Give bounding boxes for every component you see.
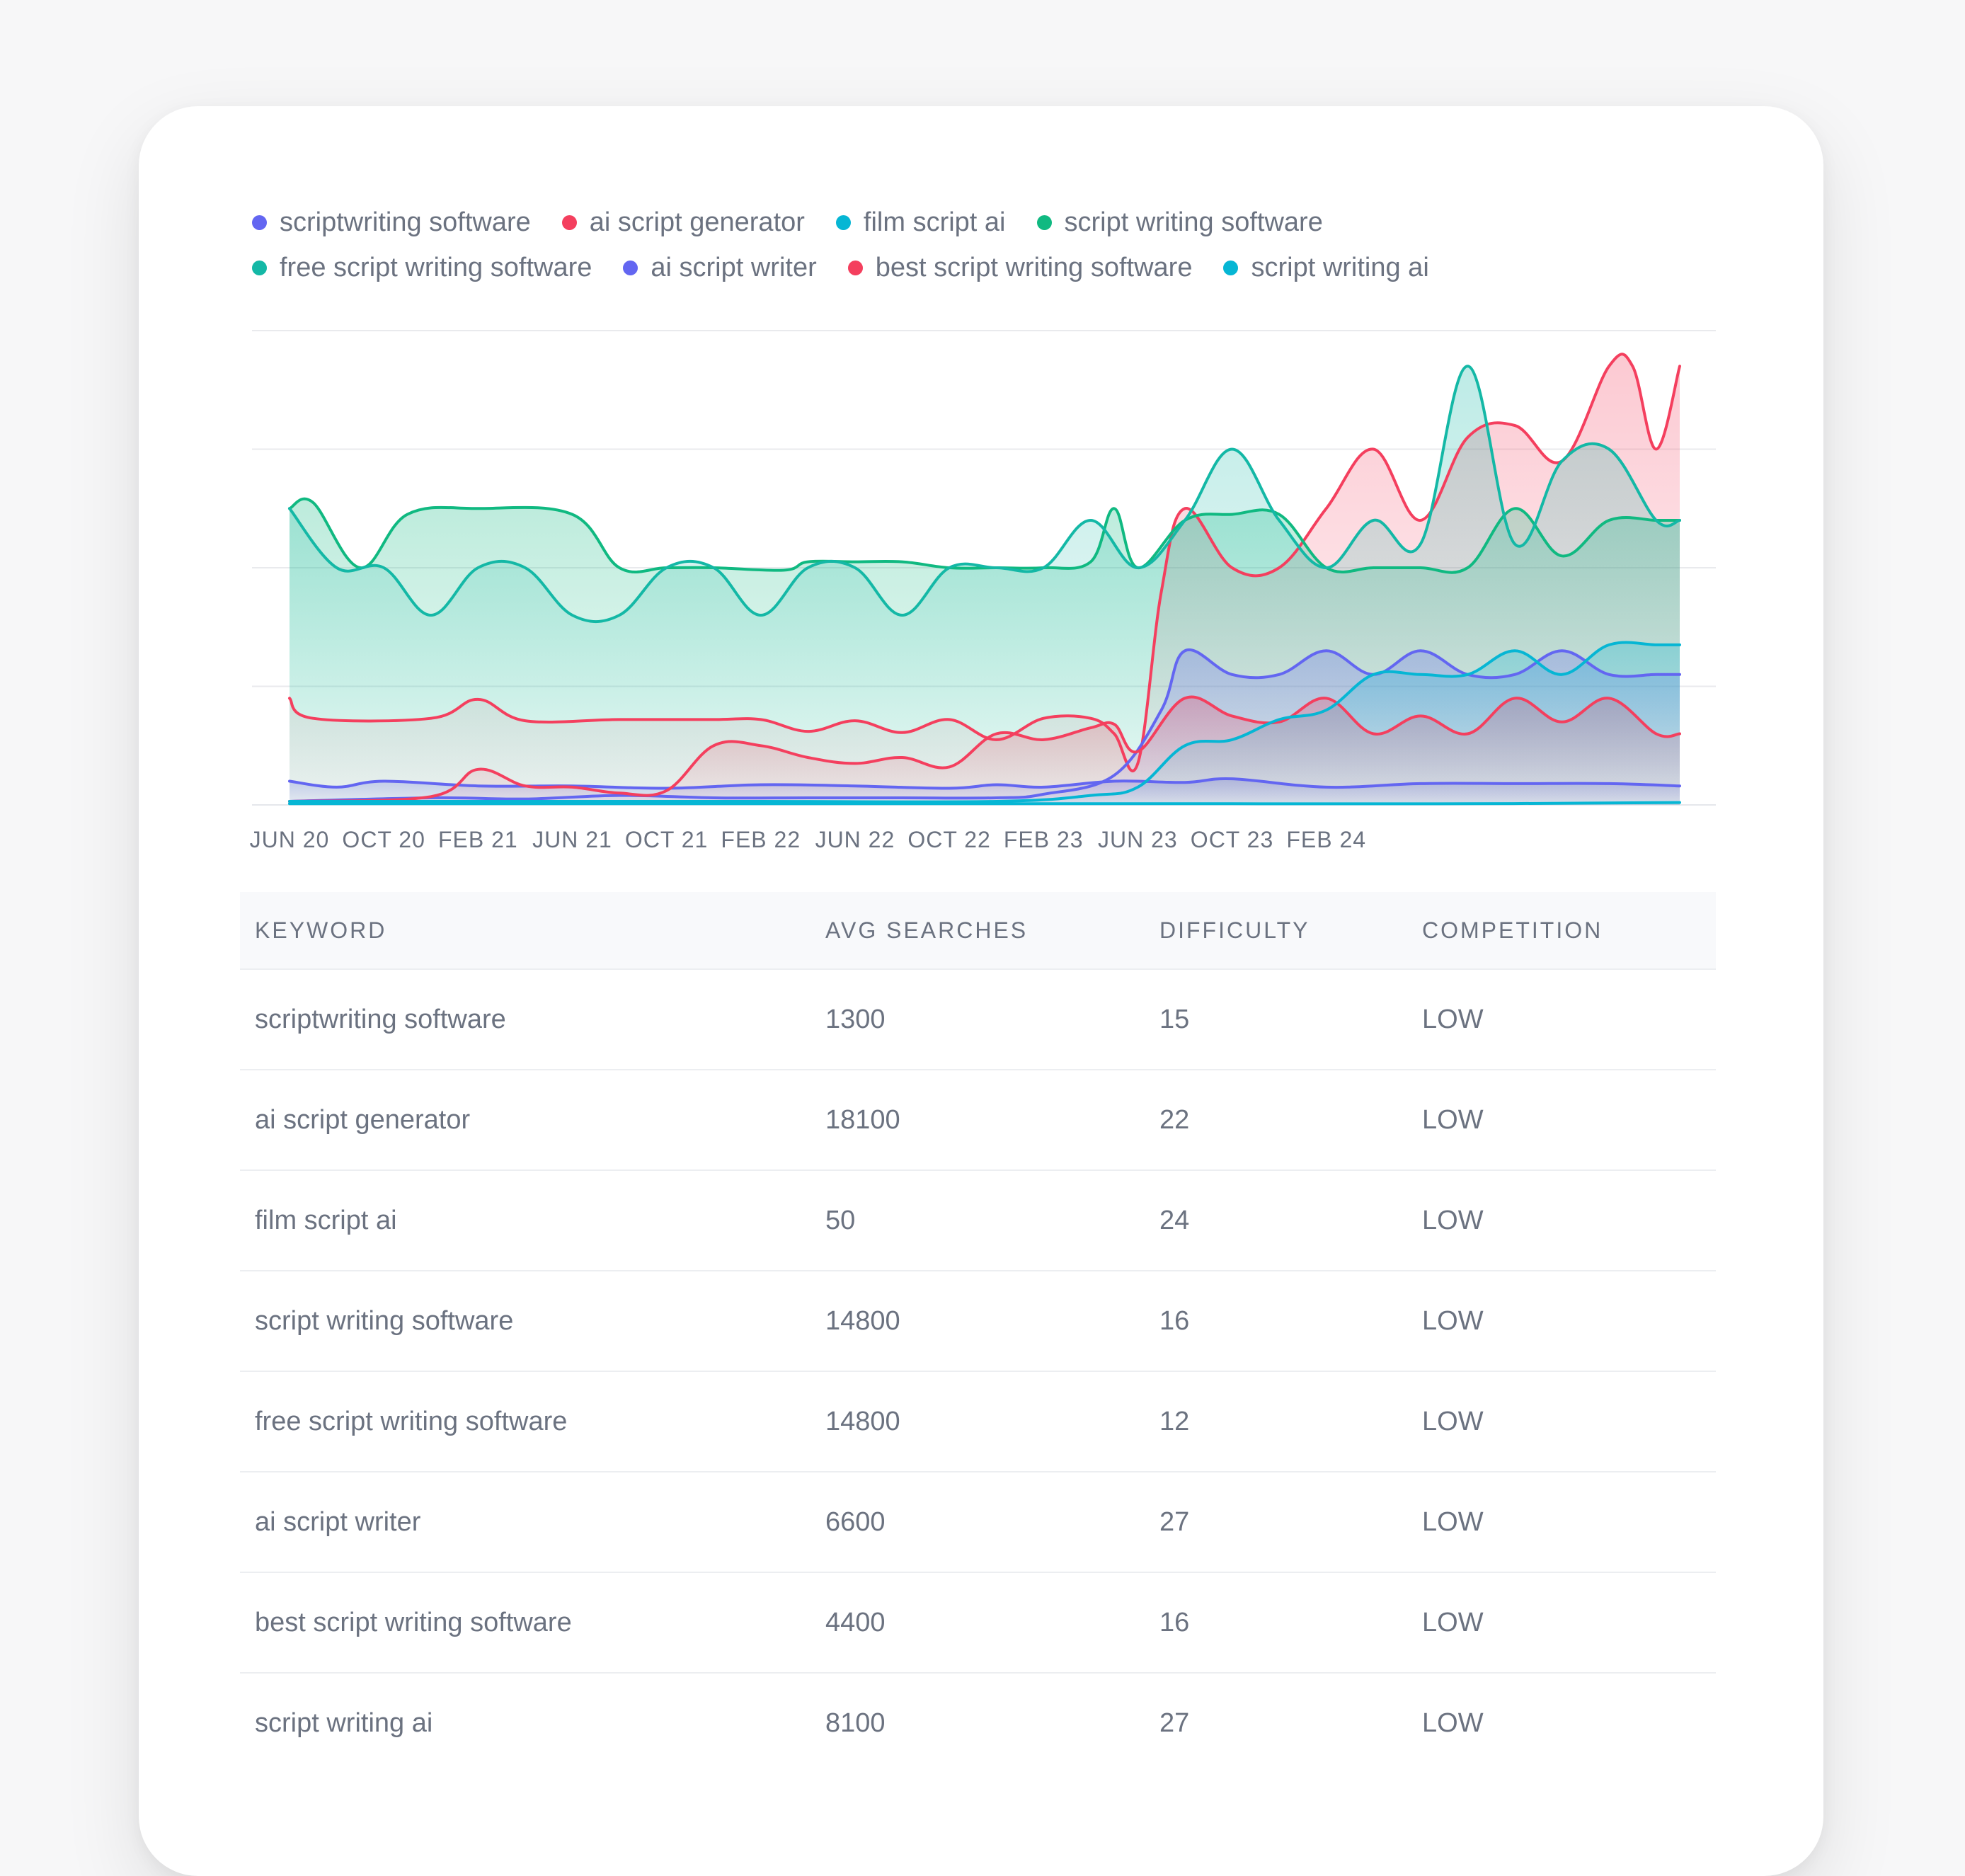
table-row[interactable]: free script writing software 14800 12 LO…: [240, 1371, 1716, 1472]
table-row[interactable]: script writing software 14800 16 LOW: [240, 1271, 1716, 1372]
difficulty-cell: 27: [1159, 1708, 1190, 1738]
keyword-cell: free script writing software: [240, 1371, 810, 1472]
trend-chart: JUN 20 OCT 20 FEB 21 JUN 21 OCT 21 FEB 22 JUN …: [250, 330, 1716, 852]
competition-cell: LOW: [1407, 1070, 1716, 1171]
column-header-avg-searches[interactable]: AVG SEARCHES: [810, 892, 1145, 970]
avg-searches-cell: 4400: [810, 1572, 1145, 1674]
x-tick-label: OCT 21: [625, 827, 708, 852]
keyword-table: KEYWORD AVG SEARCHES DIFFICULTY COMPETIT…: [240, 892, 1716, 1773]
difficulty-cell: 15: [1145, 969, 1407, 1070]
keyword-cell: best script writing software: [240, 1572, 810, 1674]
difficulty-cell: 12: [1145, 1371, 1407, 1472]
competition-cell: LOW: [1407, 1572, 1716, 1674]
column-header-keyword[interactable]: KEYWORD: [240, 892, 810, 970]
avg-searches-cell: 8100: [825, 1708, 886, 1738]
x-tick-label: JUN 22: [815, 827, 895, 852]
competition-cell: LOW: [1422, 1708, 1484, 1738]
x-tick-label: JUN 23: [1098, 827, 1178, 852]
avg-searches-cell: 6600: [810, 1472, 1145, 1573]
difficulty-cell: 22: [1145, 1070, 1407, 1171]
avg-searches-cell: 50: [810, 1170, 1145, 1271]
x-tick-label: OCT 20: [342, 827, 425, 852]
avg-searches-cell: 18100: [810, 1070, 1145, 1171]
table-row[interactable]: ai script generator 18100 22 LOW: [240, 1070, 1716, 1171]
table-row[interactable]: script writing ai 8100 27 LOW: [240, 1673, 1716, 1773]
keyword-cell: ai script generator: [240, 1070, 810, 1171]
x-tick-label: JUN 20: [250, 827, 330, 852]
x-tick-label: OCT 23: [1191, 827, 1273, 852]
difficulty-cell: 24: [1145, 1170, 1407, 1271]
table-row[interactable]: film script ai 50 24 LOW: [240, 1170, 1716, 1271]
x-tick-label: JUN 21: [532, 827, 612, 852]
competition-cell: LOW: [1407, 969, 1716, 1070]
table-row[interactable]: ai script writer 6600 27 LOW: [240, 1472, 1716, 1573]
keyword-cell: script writing software: [240, 1271, 810, 1372]
keyword-cell: ai script writer: [240, 1472, 810, 1573]
table-row[interactable]: scriptwriting software 1300 15 LOW: [240, 969, 1716, 1070]
avg-searches-cell: 14800: [810, 1371, 1145, 1472]
keyword-trends-card: scriptwriting software ai script generat…: [139, 106, 1823, 1876]
x-tick-label: FEB 21: [438, 827, 518, 852]
x-axis-ticks: JUN 20 OCT 20 FEB 21 JUN 21 OCT 21 FEB 22 JUN …: [250, 827, 1366, 852]
column-header-difficulty[interactable]: DIFFICULTY: [1145, 892, 1407, 970]
competition-cell: LOW: [1407, 1472, 1716, 1573]
competition-cell: LOW: [1407, 1371, 1716, 1472]
column-header-competition[interactable]: COMPETITION: [1407, 892, 1716, 970]
keyword-cell: film script ai: [240, 1170, 810, 1271]
x-tick-label: FEB 24: [1286, 827, 1366, 852]
difficulty-cell: 16: [1145, 1572, 1407, 1674]
x-tick-label: OCT 22: [907, 827, 990, 852]
difficulty-cell: 16: [1145, 1271, 1407, 1372]
avg-searches-cell: 1300: [810, 969, 1145, 1070]
keyword-cell: scriptwriting software: [240, 969, 810, 1070]
table-row[interactable]: best script writing software 4400 16 LOW: [240, 1572, 1716, 1674]
keyword-cell: script writing ai: [255, 1708, 433, 1738]
table-header-row: KEYWORD AVG SEARCHES DIFFICULTY COMPETIT…: [240, 892, 1716, 970]
avg-searches-cell: 14800: [810, 1271, 1145, 1372]
x-tick-label: FEB 23: [1004, 827, 1084, 852]
x-tick-label: FEB 22: [721, 827, 801, 852]
competition-cell: LOW: [1407, 1170, 1716, 1271]
difficulty-cell: 27: [1145, 1472, 1407, 1573]
competition-cell: LOW: [1407, 1271, 1716, 1372]
